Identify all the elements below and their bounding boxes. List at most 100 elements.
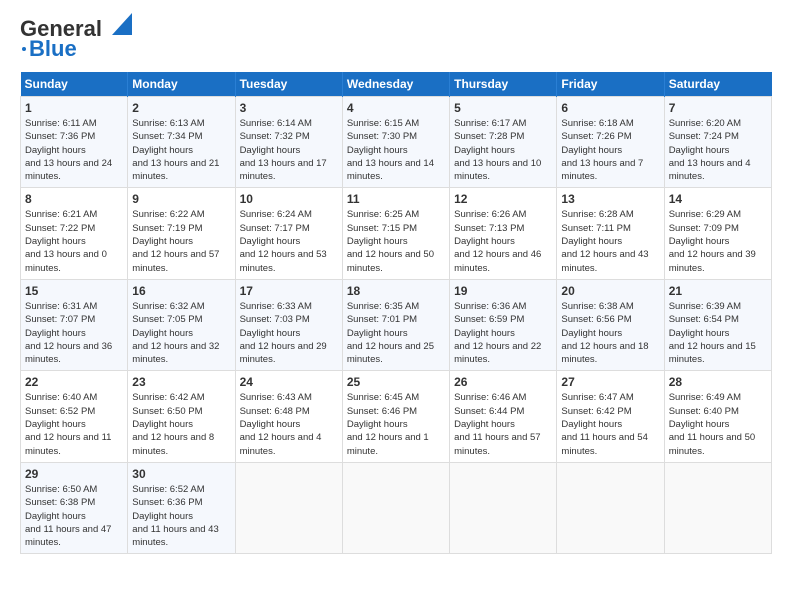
day-number: 7 — [669, 101, 767, 115]
calendar-cell: 30 Sunrise: 6:52 AMSunset: 6:36 PMDaylig… — [128, 462, 235, 553]
day-detail: Sunrise: 6:47 AMSunset: 6:42 PMDaylight … — [561, 392, 647, 456]
calendar-cell: 8 Sunrise: 6:21 AMSunset: 7:22 PMDayligh… — [21, 188, 128, 279]
calendar-cell: 22 Sunrise: 6:40 AMSunset: 6:52 PMDaylig… — [21, 371, 128, 462]
day-detail: Sunrise: 6:13 AMSunset: 7:34 PMDaylight … — [132, 118, 219, 182]
day-detail: Sunrise: 6:40 AMSunset: 6:52 PMDaylight … — [25, 392, 111, 456]
calendar-cell: 21 Sunrise: 6:39 AMSunset: 6:54 PMDaylig… — [664, 279, 771, 370]
day-detail: Sunrise: 6:17 AMSunset: 7:28 PMDaylight … — [454, 118, 541, 182]
calendar-cell: 19 Sunrise: 6:36 AMSunset: 6:59 PMDaylig… — [450, 279, 557, 370]
day-number: 16 — [132, 284, 230, 298]
day-number: 3 — [240, 101, 338, 115]
day-detail: Sunrise: 6:45 AMSunset: 6:46 PMDaylight … — [347, 392, 429, 456]
day-number: 4 — [347, 101, 445, 115]
calendar-cell: 4 Sunrise: 6:15 AMSunset: 7:30 PMDayligh… — [342, 97, 449, 188]
day-detail: Sunrise: 6:24 AMSunset: 7:17 PMDaylight … — [240, 209, 327, 273]
calendar-cell: 14 Sunrise: 6:29 AMSunset: 7:09 PMDaylig… — [664, 188, 771, 279]
day-detail: Sunrise: 6:11 AMSunset: 7:36 PMDaylight … — [25, 118, 112, 182]
day-number: 22 — [25, 375, 123, 389]
day-number: 30 — [132, 467, 230, 481]
page-header: General Blue — [20, 16, 772, 62]
day-detail: Sunrise: 6:15 AMSunset: 7:30 PMDaylight … — [347, 118, 434, 182]
day-number: 1 — [25, 101, 123, 115]
day-detail: Sunrise: 6:26 AMSunset: 7:13 PMDaylight … — [454, 209, 541, 273]
day-detail: Sunrise: 6:14 AMSunset: 7:32 PMDaylight … — [240, 118, 327, 182]
day-number: 14 — [669, 192, 767, 206]
calendar-cell: 5 Sunrise: 6:17 AMSunset: 7:28 PMDayligh… — [450, 97, 557, 188]
day-detail: Sunrise: 6:21 AMSunset: 7:22 PMDaylight … — [25, 209, 107, 273]
day-header-thursday: Thursday — [450, 72, 557, 97]
calendar-cell: 27 Sunrise: 6:47 AMSunset: 6:42 PMDaylig… — [557, 371, 664, 462]
day-detail: Sunrise: 6:18 AMSunset: 7:26 PMDaylight … — [561, 118, 643, 182]
calendar-cell: 28 Sunrise: 6:49 AMSunset: 6:40 PMDaylig… — [664, 371, 771, 462]
calendar-cell: 16 Sunrise: 6:32 AMSunset: 7:05 PMDaylig… — [128, 279, 235, 370]
calendar-cell: 29 Sunrise: 6:50 AMSunset: 6:38 PMDaylig… — [21, 462, 128, 553]
day-detail: Sunrise: 6:28 AMSunset: 7:11 PMDaylight … — [561, 209, 648, 273]
day-number: 5 — [454, 101, 552, 115]
calendar-cell: 6 Sunrise: 6:18 AMSunset: 7:26 PMDayligh… — [557, 97, 664, 188]
calendar-cell — [664, 462, 771, 553]
calendar-cell: 24 Sunrise: 6:43 AMSunset: 6:48 PMDaylig… — [235, 371, 342, 462]
day-detail: Sunrise: 6:46 AMSunset: 6:44 PMDaylight … — [454, 392, 540, 456]
day-number: 23 — [132, 375, 230, 389]
day-number: 6 — [561, 101, 659, 115]
week-row-5: 29 Sunrise: 6:50 AMSunset: 6:38 PMDaylig… — [21, 462, 772, 553]
calendar-cell — [342, 462, 449, 553]
calendar-cell: 11 Sunrise: 6:25 AMSunset: 7:15 PMDaylig… — [342, 188, 449, 279]
day-number: 8 — [25, 192, 123, 206]
calendar-cell: 7 Sunrise: 6:20 AMSunset: 7:24 PMDayligh… — [664, 97, 771, 188]
day-header-friday: Friday — [557, 72, 664, 97]
day-detail: Sunrise: 6:32 AMSunset: 7:05 PMDaylight … — [132, 301, 219, 365]
day-number: 2 — [132, 101, 230, 115]
day-header-wednesday: Wednesday — [342, 72, 449, 97]
day-detail: Sunrise: 6:42 AMSunset: 6:50 PMDaylight … — [132, 392, 214, 456]
logo-icon — [104, 13, 132, 41]
calendar-cell: 1 Sunrise: 6:11 AMSunset: 7:36 PMDayligh… — [21, 97, 128, 188]
calendar-cell: 3 Sunrise: 6:14 AMSunset: 7:32 PMDayligh… — [235, 97, 342, 188]
day-detail: Sunrise: 6:52 AMSunset: 6:36 PMDaylight … — [132, 484, 218, 548]
day-number: 9 — [132, 192, 230, 206]
logo: General Blue — [20, 16, 132, 62]
calendar-cell: 23 Sunrise: 6:42 AMSunset: 6:50 PMDaylig… — [128, 371, 235, 462]
day-number: 17 — [240, 284, 338, 298]
calendar-cell: 25 Sunrise: 6:45 AMSunset: 6:46 PMDaylig… — [342, 371, 449, 462]
day-detail: Sunrise: 6:50 AMSunset: 6:38 PMDaylight … — [25, 484, 111, 548]
day-number: 20 — [561, 284, 659, 298]
calendar-cell: 2 Sunrise: 6:13 AMSunset: 7:34 PMDayligh… — [128, 97, 235, 188]
day-detail: Sunrise: 6:22 AMSunset: 7:19 PMDaylight … — [132, 209, 219, 273]
day-detail: Sunrise: 6:35 AMSunset: 7:01 PMDaylight … — [347, 301, 434, 365]
calendar-table: SundayMondayTuesdayWednesdayThursdayFrid… — [20, 72, 772, 554]
day-header-monday: Monday — [128, 72, 235, 97]
week-row-2: 8 Sunrise: 6:21 AMSunset: 7:22 PMDayligh… — [21, 188, 772, 279]
day-detail: Sunrise: 6:36 AMSunset: 6:59 PMDaylight … — [454, 301, 541, 365]
day-header-saturday: Saturday — [664, 72, 771, 97]
calendar-cell: 20 Sunrise: 6:38 AMSunset: 6:56 PMDaylig… — [557, 279, 664, 370]
day-detail: Sunrise: 6:25 AMSunset: 7:15 PMDaylight … — [347, 209, 434, 273]
day-number: 12 — [454, 192, 552, 206]
day-header-tuesday: Tuesday — [235, 72, 342, 97]
calendar-cell: 10 Sunrise: 6:24 AMSunset: 7:17 PMDaylig… — [235, 188, 342, 279]
calendar-cell: 15 Sunrise: 6:31 AMSunset: 7:07 PMDaylig… — [21, 279, 128, 370]
day-number: 25 — [347, 375, 445, 389]
calendar-cell: 9 Sunrise: 6:22 AMSunset: 7:19 PMDayligh… — [128, 188, 235, 279]
day-detail: Sunrise: 6:39 AMSunset: 6:54 PMDaylight … — [669, 301, 756, 365]
day-number: 11 — [347, 192, 445, 206]
day-number: 21 — [669, 284, 767, 298]
logo-blue: Blue — [29, 36, 77, 62]
day-number: 24 — [240, 375, 338, 389]
day-detail: Sunrise: 6:38 AMSunset: 6:56 PMDaylight … — [561, 301, 648, 365]
day-detail: Sunrise: 6:33 AMSunset: 7:03 PMDaylight … — [240, 301, 327, 365]
day-number: 13 — [561, 192, 659, 206]
calendar-cell: 13 Sunrise: 6:28 AMSunset: 7:11 PMDaylig… — [557, 188, 664, 279]
week-row-3: 15 Sunrise: 6:31 AMSunset: 7:07 PMDaylig… — [21, 279, 772, 370]
day-detail: Sunrise: 6:43 AMSunset: 6:48 PMDaylight … — [240, 392, 322, 456]
calendar-cell — [235, 462, 342, 553]
day-number: 27 — [561, 375, 659, 389]
day-detail: Sunrise: 6:20 AMSunset: 7:24 PMDaylight … — [669, 118, 751, 182]
day-number: 28 — [669, 375, 767, 389]
calendar-cell: 12 Sunrise: 6:26 AMSunset: 7:13 PMDaylig… — [450, 188, 557, 279]
day-detail: Sunrise: 6:49 AMSunset: 6:40 PMDaylight … — [669, 392, 755, 456]
calendar-cell — [450, 462, 557, 553]
day-number: 10 — [240, 192, 338, 206]
calendar-cell: 18 Sunrise: 6:35 AMSunset: 7:01 PMDaylig… — [342, 279, 449, 370]
day-number: 19 — [454, 284, 552, 298]
